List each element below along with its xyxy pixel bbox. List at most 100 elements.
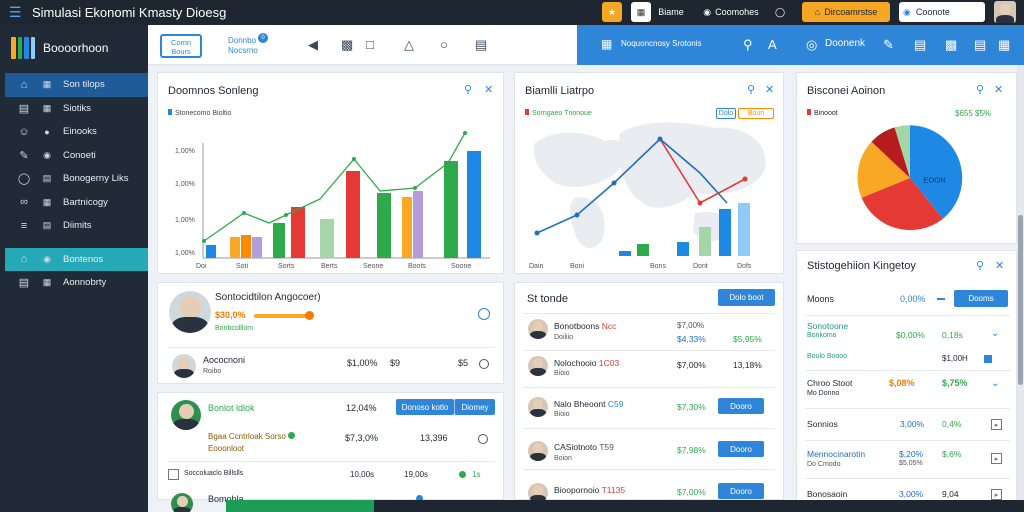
image-icon[interactable]: ▦ <box>631 2 651 22</box>
grid-icon[interactable]: ▦ <box>601 37 612 51</box>
stock-row-3-sub: Bioio <box>554 411 570 418</box>
history-row-5-toggle[interactable]: ▸ <box>991 453 1002 464</box>
primary-pill-button[interactable]: Comn Bours <box>160 34 202 58</box>
pie-chart: EOON <box>857 125 963 231</box>
folder-icon[interactable]: □ <box>366 37 374 52</box>
lock-icon[interactable]: ▤ <box>974 37 986 53</box>
stock-row-1-v3: $5,95% <box>733 334 762 344</box>
sidebar-item-5[interactable]: ◯ ▤ Bonogerny Liks <box>5 167 148 191</box>
tree-icon[interactable]: △ <box>404 37 414 53</box>
sidebar-item-2[interactable]: ▤ ▦ Siotiks <box>5 97 148 121</box>
document-icon[interactable]: ▤ <box>914 37 926 53</box>
topbar-btn-2[interactable]: ◉ Coomohes <box>700 2 762 22</box>
image-icon[interactable]: ▩ <box>945 37 957 53</box>
progress-handle[interactable] <box>305 311 314 320</box>
stock-row-5-button[interactable]: Dooro <box>718 483 764 499</box>
chevron-down-icon[interactable]: ⌄ <box>991 328 999 339</box>
stock-row-1-name: Bonotboons Ncc <box>554 321 617 331</box>
print-icon[interactable]: ▤ <box>475 37 487 53</box>
search-icon[interactable]: ⚲ <box>976 83 984 96</box>
bar-7 <box>320 219 334 258</box>
history-row-3-right: $,75% <box>942 378 968 388</box>
map-x-tick-5: Dofs <box>737 263 752 270</box>
stock-row-5-v1: $7,00% <box>677 487 706 497</box>
pin-icon[interactable]: ◎ <box>806 37 817 53</box>
hamburger-menu-icon[interactable]: ☰ <box>9 4 22 21</box>
brand: Boooorhoon <box>11 37 108 59</box>
stock-row-4-button[interactable]: Dooro <box>718 441 764 457</box>
font-icon[interactable]: A <box>768 37 777 52</box>
stocks-card: St tonde Dolo boot Bonotboons Ncc Doilii… <box>514 282 784 503</box>
sidebar-item-3[interactable]: ☺ ● Einooks <box>5 120 148 144</box>
sidebar: Boooorhoon ⌂ ▦ Son tilops ▤ ▦ Siotiks ☺ ● Eino… <box>0 25 148 512</box>
search-icon[interactable]: ⚲ <box>976 259 984 272</box>
divider <box>805 370 1010 371</box>
sidebar-nav: ⌂ ▦ Son tilops ▤ ▦ Siotiks ☺ ● Einooks ✎ ◉ Conoe… <box>5 73 148 295</box>
bar-8 <box>346 171 360 258</box>
sidebar-item-8[interactable]: ⌂ ◉ Bontenos <box>5 247 148 271</box>
list-radio[interactable] <box>478 434 488 444</box>
profile-avatar <box>169 291 211 333</box>
back-icon[interactable]: ◀ <box>308 37 318 53</box>
history-row-2-sub2: Boulo Boooo <box>807 353 848 360</box>
x-tick-1: Doi <box>196 263 207 270</box>
chart-icon[interactable]: ▩ <box>341 37 353 53</box>
close-icon[interactable]: ✕ <box>995 259 1004 272</box>
history-row-6-value: 3,00% <box>899 489 924 499</box>
list-btn-1[interactable]: Donoso kotlo <box>396 399 454 415</box>
map-x-tick-1: Dain <box>529 263 544 270</box>
map-point-1 <box>534 230 540 236</box>
scrollbar-thumb[interactable] <box>1018 215 1023 385</box>
sidebar-item-7[interactable]: ≡ ▤ Diimits <box>5 214 148 238</box>
history-row-6-toggle[interactable]: ▸ <box>991 489 1002 500</box>
list-btn-2[interactable]: Diomey <box>454 399 495 415</box>
row-sub: Roibo <box>203 368 222 375</box>
stocks-button[interactable]: Dolo boot <box>718 289 775 306</box>
sidebar-item-4[interactable]: ✎ ◉ Conoeti <box>5 144 148 168</box>
sidebar-item-1[interactable]: ⌂ ▦ Son tilops <box>5 73 148 97</box>
user-avatar[interactable] <box>994 1 1016 23</box>
row-radio[interactable] <box>479 359 489 369</box>
checkbox[interactable] <box>168 469 179 480</box>
topbar-btn-1[interactable]: Biame <box>656 2 686 22</box>
topbar-btn-3[interactable]: ⌂ Dircoamrstse <box>802 2 890 22</box>
divider <box>805 440 1010 441</box>
sidebar-item-9[interactable]: ▤ ▦ Aonnobrty <box>5 271 148 295</box>
history-row-4-toggle[interactable]: ▸ <box>991 419 1002 430</box>
stock-row-2-name: Nolochooio 1C03 <box>554 358 620 368</box>
stock-row-3-button[interactable]: Dooro <box>718 398 764 414</box>
history-row-2-sub: Bonkomo <box>807 332 837 339</box>
divider <box>523 313 775 314</box>
stocks-title: St tonde <box>527 293 568 305</box>
legend-swatch <box>807 109 811 115</box>
history-row-6-name: Bonosaoin <box>807 489 848 499</box>
history-row-1-button[interactable]: Dooms <box>954 290 1008 307</box>
search-icon[interactable]: ⚲ <box>743 37 753 53</box>
grid-icon: ▦ <box>42 277 52 288</box>
row-value: $1,00% <box>347 358 378 368</box>
stock-row-3-name: Nalo Bheoont C59 <box>554 399 624 409</box>
profile-radio[interactable] <box>478 308 490 320</box>
divider <box>523 428 775 429</box>
profile-sub: Bonbcolllom <box>215 325 254 332</box>
divider <box>805 408 1010 409</box>
vertical-scrollbar[interactable] <box>1017 65 1024 512</box>
bell-icon[interactable]: ◯ <box>772 2 788 22</box>
edit-icon[interactable]: ✎ <box>883 37 894 53</box>
map-bar-6 <box>738 203 750 256</box>
row3-d: 1s <box>472 470 481 479</box>
link-icon: ∞ <box>20 196 28 209</box>
grid-icon[interactable]: ▦ <box>998 37 1010 53</box>
close-icon[interactable]: ✕ <box>994 83 1003 96</box>
search-field[interactable]: ◉ Coonote <box>899 2 985 22</box>
history-row-2-check[interactable] <box>984 355 992 363</box>
map-shape-3 <box>570 197 605 249</box>
stock-avatar-4 <box>528 441 548 461</box>
y-tick-2: 1,00% <box>175 181 195 188</box>
chat-icon[interactable]: ○ <box>440 37 448 52</box>
chevron-down-icon[interactable]: ⌄ <box>991 378 999 389</box>
sidebar-item-6[interactable]: ∞ ▦ Bartnicogy <box>5 191 148 215</box>
toolbar-blue-section: ▦ Noquoncnosy Srotonis ⚲ A ◎ Doonenk ✎ ▤… <box>577 25 1024 65</box>
map-point-3 <box>611 180 617 186</box>
star-icon[interactable]: ★ <box>602 2 622 22</box>
